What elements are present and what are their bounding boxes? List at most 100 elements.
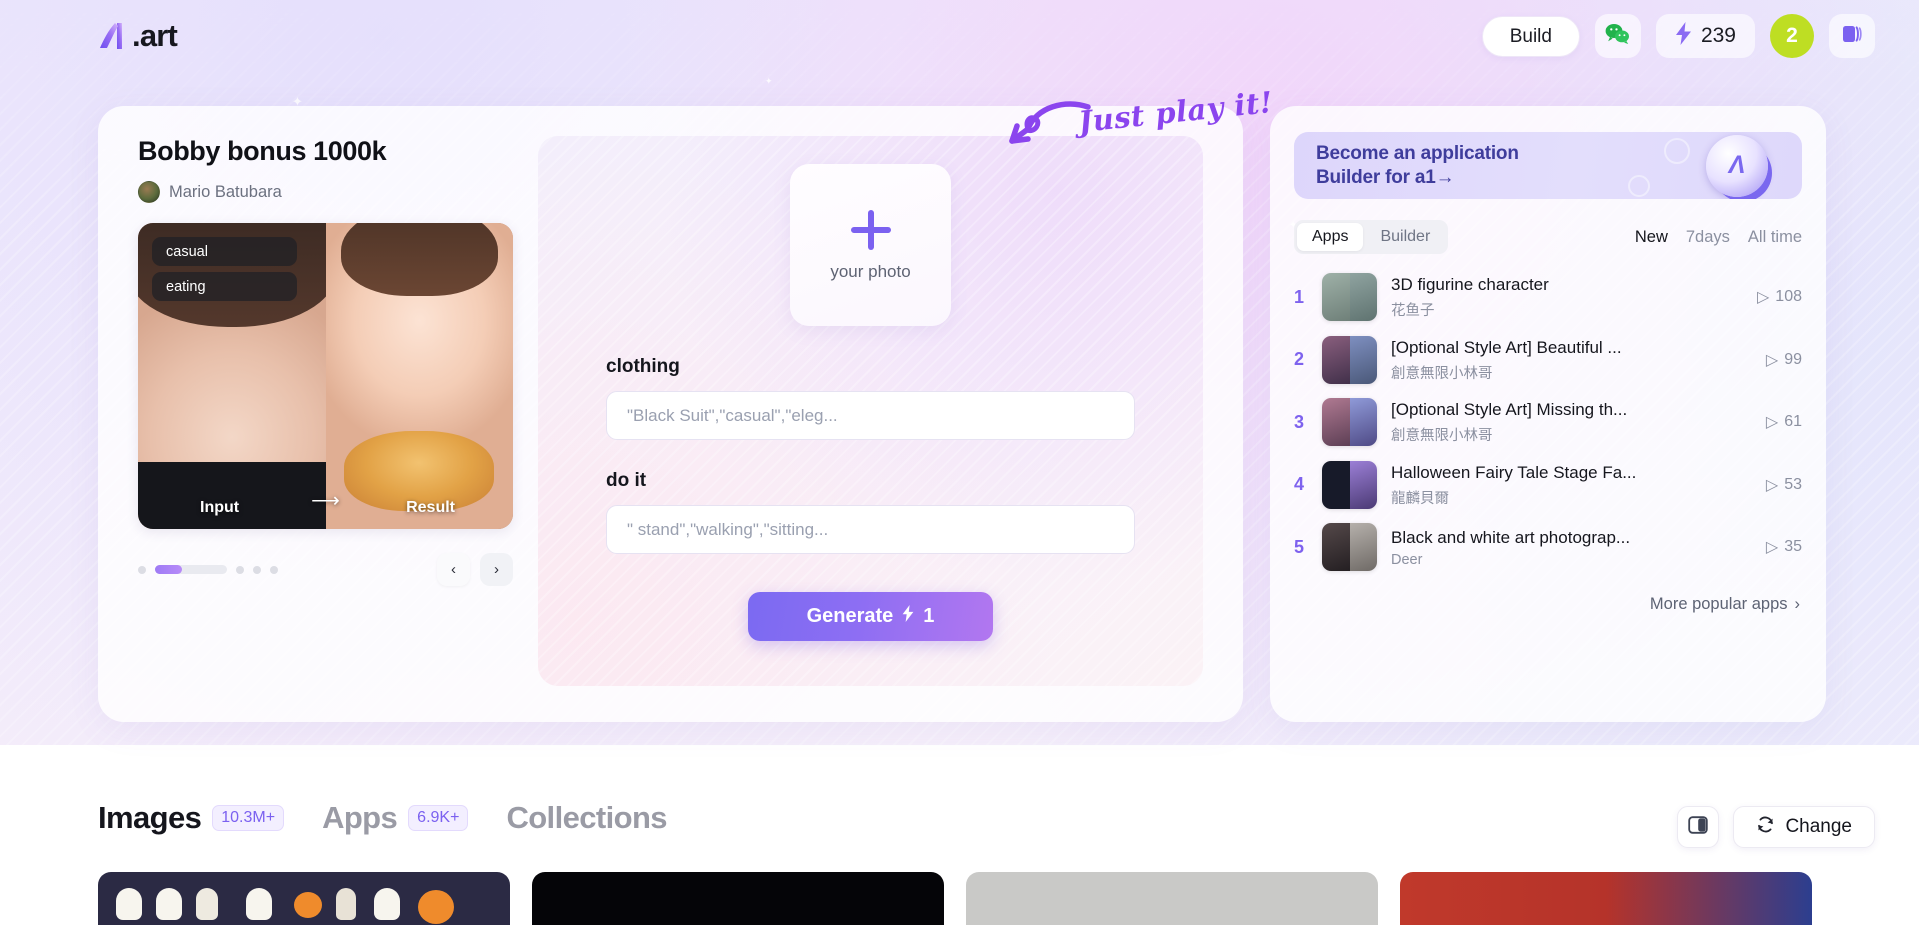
brand-logo[interactable]: .art (96, 18, 178, 54)
tab-apps[interactable]: Apps 6.9K+ (322, 800, 469, 836)
sidebar-card: Become an application Builder for a1→ Λ … (1270, 106, 1826, 722)
carousel-dot[interactable] (236, 565, 244, 574)
refresh-icon (1756, 815, 1775, 840)
play-count: ▷ 35 (1756, 537, 1802, 557)
header-actions: Build 239 2 (1481, 14, 1875, 58)
tab-builder[interactable]: Builder (1365, 223, 1445, 251)
carousel-controls: ‹ › (138, 553, 513, 586)
a1-logo-icon (96, 19, 130, 53)
decorative-ring (1628, 175, 1650, 197)
carousel-next-button[interactable]: › (480, 553, 513, 586)
list-item[interactable]: 5 Black and white art photograp... Deer … (1294, 516, 1802, 579)
carousel-nav: ‹ › (437, 553, 513, 586)
list-item-meta: [Optional Style Art] Missing th... 創意無限小… (1391, 399, 1742, 445)
rank-number: 4 (1294, 474, 1305, 495)
app-thumbnail (1322, 273, 1377, 322)
gallery-card[interactable] (966, 872, 1378, 925)
carousel-pagination[interactable] (138, 565, 278, 574)
filter-7days[interactable]: 7days (1686, 228, 1730, 247)
carousel-dot[interactable] (253, 565, 261, 574)
rank-number: 1 (1294, 286, 1305, 307)
more-popular-apps-label: More popular apps (1649, 594, 1788, 613)
builder-promo-banner[interactable]: Become an application Builder for a1→ Λ (1294, 132, 1802, 199)
list-item-meta: 3D figurine character 花鱼子 (1391, 274, 1733, 320)
carousel-dot[interactable] (270, 565, 278, 574)
layout-toggle-button[interactable] (1677, 806, 1720, 848)
preview-tag: casual (152, 237, 297, 266)
more-row: More popular apps › (1294, 595, 1802, 614)
change-button[interactable]: Change (1733, 806, 1875, 848)
play-count-value: 35 (1784, 538, 1802, 556)
sidebar-filters: New 7days All time (1635, 228, 1802, 247)
transform-arrow-icon: ⟶ (311, 490, 340, 512)
tab-collections-label: Collections (506, 800, 667, 835)
author-row[interactable]: Mario Batubara (138, 181, 513, 203)
field-label-do-it: do it (606, 470, 647, 491)
change-label: Change (1785, 816, 1852, 837)
preview-result-image (325, 223, 513, 529)
sidebar-segmented-tabs: Apps Builder (1294, 220, 1449, 254)
filter-new[interactable]: New (1635, 228, 1668, 247)
before-after-preview[interactable]: casual eating Input ⟶ Result (138, 223, 513, 529)
browse-section: Images 10.3M+ Apps 6.9K+ Collections Cha… (0, 760, 1919, 925)
result-label: Result (406, 499, 455, 516)
chevron-right-icon: › (494, 561, 499, 578)
more-popular-apps-link[interactable]: More popular apps › (1650, 595, 1800, 614)
tab-apps[interactable]: Apps (1297, 223, 1364, 251)
list-item-meta: Black and white art photograp... Deer (1391, 527, 1742, 568)
app-title: [Optional Style Art] Beautiful ... (1391, 337, 1622, 357)
rank-number: 2 (1294, 349, 1305, 370)
app-thumbnail (1322, 460, 1377, 509)
gallery-card[interactable] (1400, 872, 1812, 925)
filter-all-time[interactable]: All time (1748, 228, 1802, 247)
page-title: Bobby bonus 1000k (138, 136, 387, 166)
list-item-meta: [Optional Style Art] Beautiful ... 創意無限小… (1391, 337, 1742, 383)
list-item-meta: Halloween Fairy Tale Stage Fa... 龍麟貝爾 (1391, 462, 1742, 508)
input-label: Input (200, 499, 240, 516)
build-button[interactable]: Build (1481, 15, 1580, 57)
a1-coin-icon: Λ (1706, 134, 1768, 197)
do-it-input[interactable] (606, 505, 1135, 554)
wechat-button[interactable] (1594, 14, 1641, 58)
gallery-card[interactable] (532, 872, 944, 925)
play-count-value: 53 (1784, 475, 1802, 493)
generate-label: Generate (806, 605, 894, 627)
play-count-value: 61 (1784, 413, 1802, 431)
carousel-dot[interactable] (138, 565, 146, 574)
list-item[interactable]: 1 3D figurine character 花鱼子 ▷ 108 (1294, 266, 1802, 329)
lightning-bolt-icon (1675, 22, 1692, 50)
hero-preview-column: Bobby bonus 1000k Mario Batubara casual … (138, 136, 513, 586)
split-layout-icon (1688, 815, 1709, 840)
list-item[interactable]: 4 Halloween Fairy Tale Stage Fa... 龍麟貝爾 … (1294, 454, 1802, 517)
app-title: Halloween Fairy Tale Stage Fa... (1391, 462, 1637, 482)
app-title: Black and white art photograp... (1391, 527, 1631, 547)
generation-form-panel: your photo clothing do it Generate 1 (538, 136, 1203, 686)
gallery-card[interactable] (98, 872, 510, 925)
user-avatar-badge[interactable]: 2 (1770, 14, 1814, 58)
clothing-input[interactable] (606, 391, 1135, 440)
popular-apps-list: 1 3D figurine character 花鱼子 ▷ 108 2 [Opt… (1294, 266, 1802, 579)
play-count: ▷ 53 (1756, 475, 1802, 495)
library-panel-button[interactable] (1829, 14, 1875, 58)
tab-collections[interactable]: Collections (506, 800, 667, 836)
app-thumbnail (1322, 335, 1377, 384)
generate-cost: 1 (923, 605, 935, 627)
app-page: ✦ ✦ ✦ .art Bui (0, 0, 1919, 925)
list-item[interactable]: 3 [Optional Style Art] Missing th... 創意無… (1294, 391, 1802, 454)
tab-images[interactable]: Images 10.3M+ (98, 800, 285, 836)
photo-upload-dropzone[interactable]: your photo (790, 164, 951, 326)
carousel-prev-button[interactable]: ‹ (437, 553, 470, 586)
generate-button[interactable]: Generate 1 (748, 592, 993, 641)
carousel-active-track[interactable] (155, 565, 227, 574)
app-author: 龍麟貝爾 (1391, 490, 1449, 507)
generate-row: Generate 1 (606, 592, 1135, 641)
tab-apps-count: 6.9K+ (408, 805, 469, 831)
tab-images-count: 10.3M+ (212, 805, 285, 831)
play-triangle-icon: ▷ (1756, 289, 1770, 307)
app-author: 創意無限小林哥 (1391, 428, 1493, 445)
list-item[interactable]: 2 [Optional Style Art] Beautiful ... 創意無… (1294, 329, 1802, 392)
rank-number: 3 (1294, 411, 1305, 432)
app-title: 3D figurine character (1391, 275, 1549, 295)
rank-number: 5 (1294, 536, 1305, 557)
credits-chip[interactable]: 239 (1655, 14, 1755, 58)
